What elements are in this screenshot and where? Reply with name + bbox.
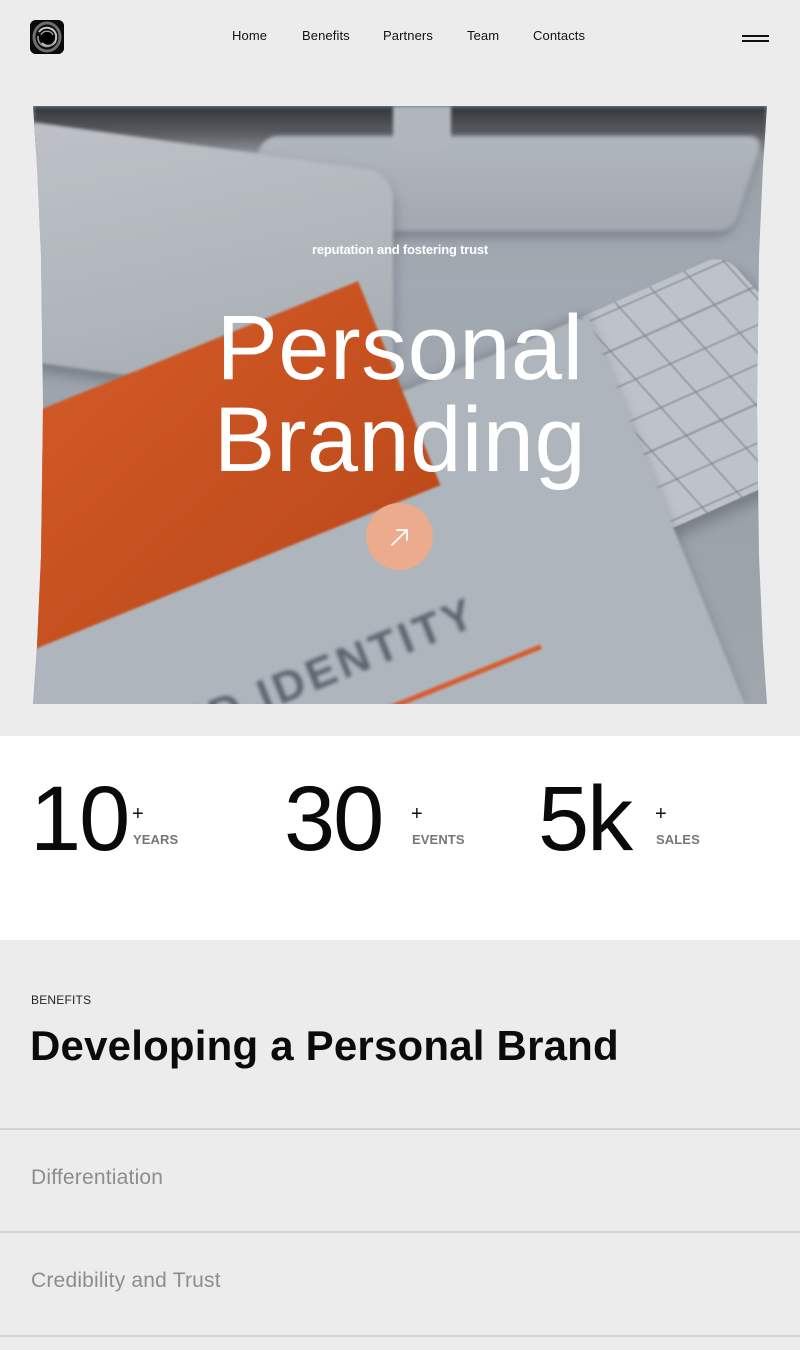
hero-title-line-2: Branding [213, 389, 587, 491]
menu-line [742, 35, 769, 37]
stat-label: SALES [656, 832, 700, 847]
benefits-section: BENEFITS Developing a Personal Brand Dif… [0, 940, 800, 1350]
arrow-up-right-icon [390, 528, 408, 546]
stat-value: 10 [30, 768, 130, 870]
section-eyebrow: BENEFITS [31, 993, 92, 1007]
stat-years: 10 + YEARS [30, 768, 250, 870]
hero-title: Personal Branding [33, 302, 767, 486]
nav-home[interactable]: Home [232, 28, 267, 43]
hero-title-line-1: Personal [216, 297, 584, 399]
section-heading: Developing a Personal Brand [30, 1022, 619, 1069]
hero-cta-button[interactable] [366, 503, 433, 570]
hamburger-menu-icon[interactable] [740, 33, 770, 47]
accordion-item-title: Credibility and Trust [31, 1269, 221, 1292]
accordion-item-title: Differentiation [31, 1166, 164, 1189]
hero-subtitle: reputation and fostering trust [311, 242, 488, 257]
nav-team[interactable]: Team [467, 28, 499, 43]
stat-plus: + [655, 803, 667, 825]
stat-label: EVENTS [412, 832, 465, 847]
stat-plus: + [411, 803, 423, 825]
stat-value: 30 [284, 768, 384, 870]
nav-partners[interactable]: Partners [383, 28, 433, 43]
stats-section: 10 + YEARS 30 + EVENTS 5k + SALES [0, 736, 800, 940]
stat-sales: 5k + SALES [538, 768, 758, 870]
stat-plus: + [132, 803, 144, 825]
accordion-divider [0, 1335, 800, 1337]
nav-contacts[interactable]: Contacts [533, 28, 585, 43]
menu-line [742, 40, 769, 42]
stat-label: YEARS [133, 832, 179, 847]
hero-section: BRAND IDENTITY reputation and fostering … [33, 106, 767, 704]
main-nav: Home Benefits Partners Team Contacts [0, 28, 800, 46]
accordion-item-credibility[interactable]: Credibility and Trust [0, 1231, 800, 1335]
stat-value: 5k [538, 768, 633, 870]
accordion-item-differentiation[interactable]: Differentiation [0, 1128, 800, 1232]
site-header: Home Benefits Partners Team Contacts [0, 0, 800, 75]
stat-events: 30 + EVENTS [284, 768, 504, 870]
nav-benefits[interactable]: Benefits [302, 28, 350, 43]
